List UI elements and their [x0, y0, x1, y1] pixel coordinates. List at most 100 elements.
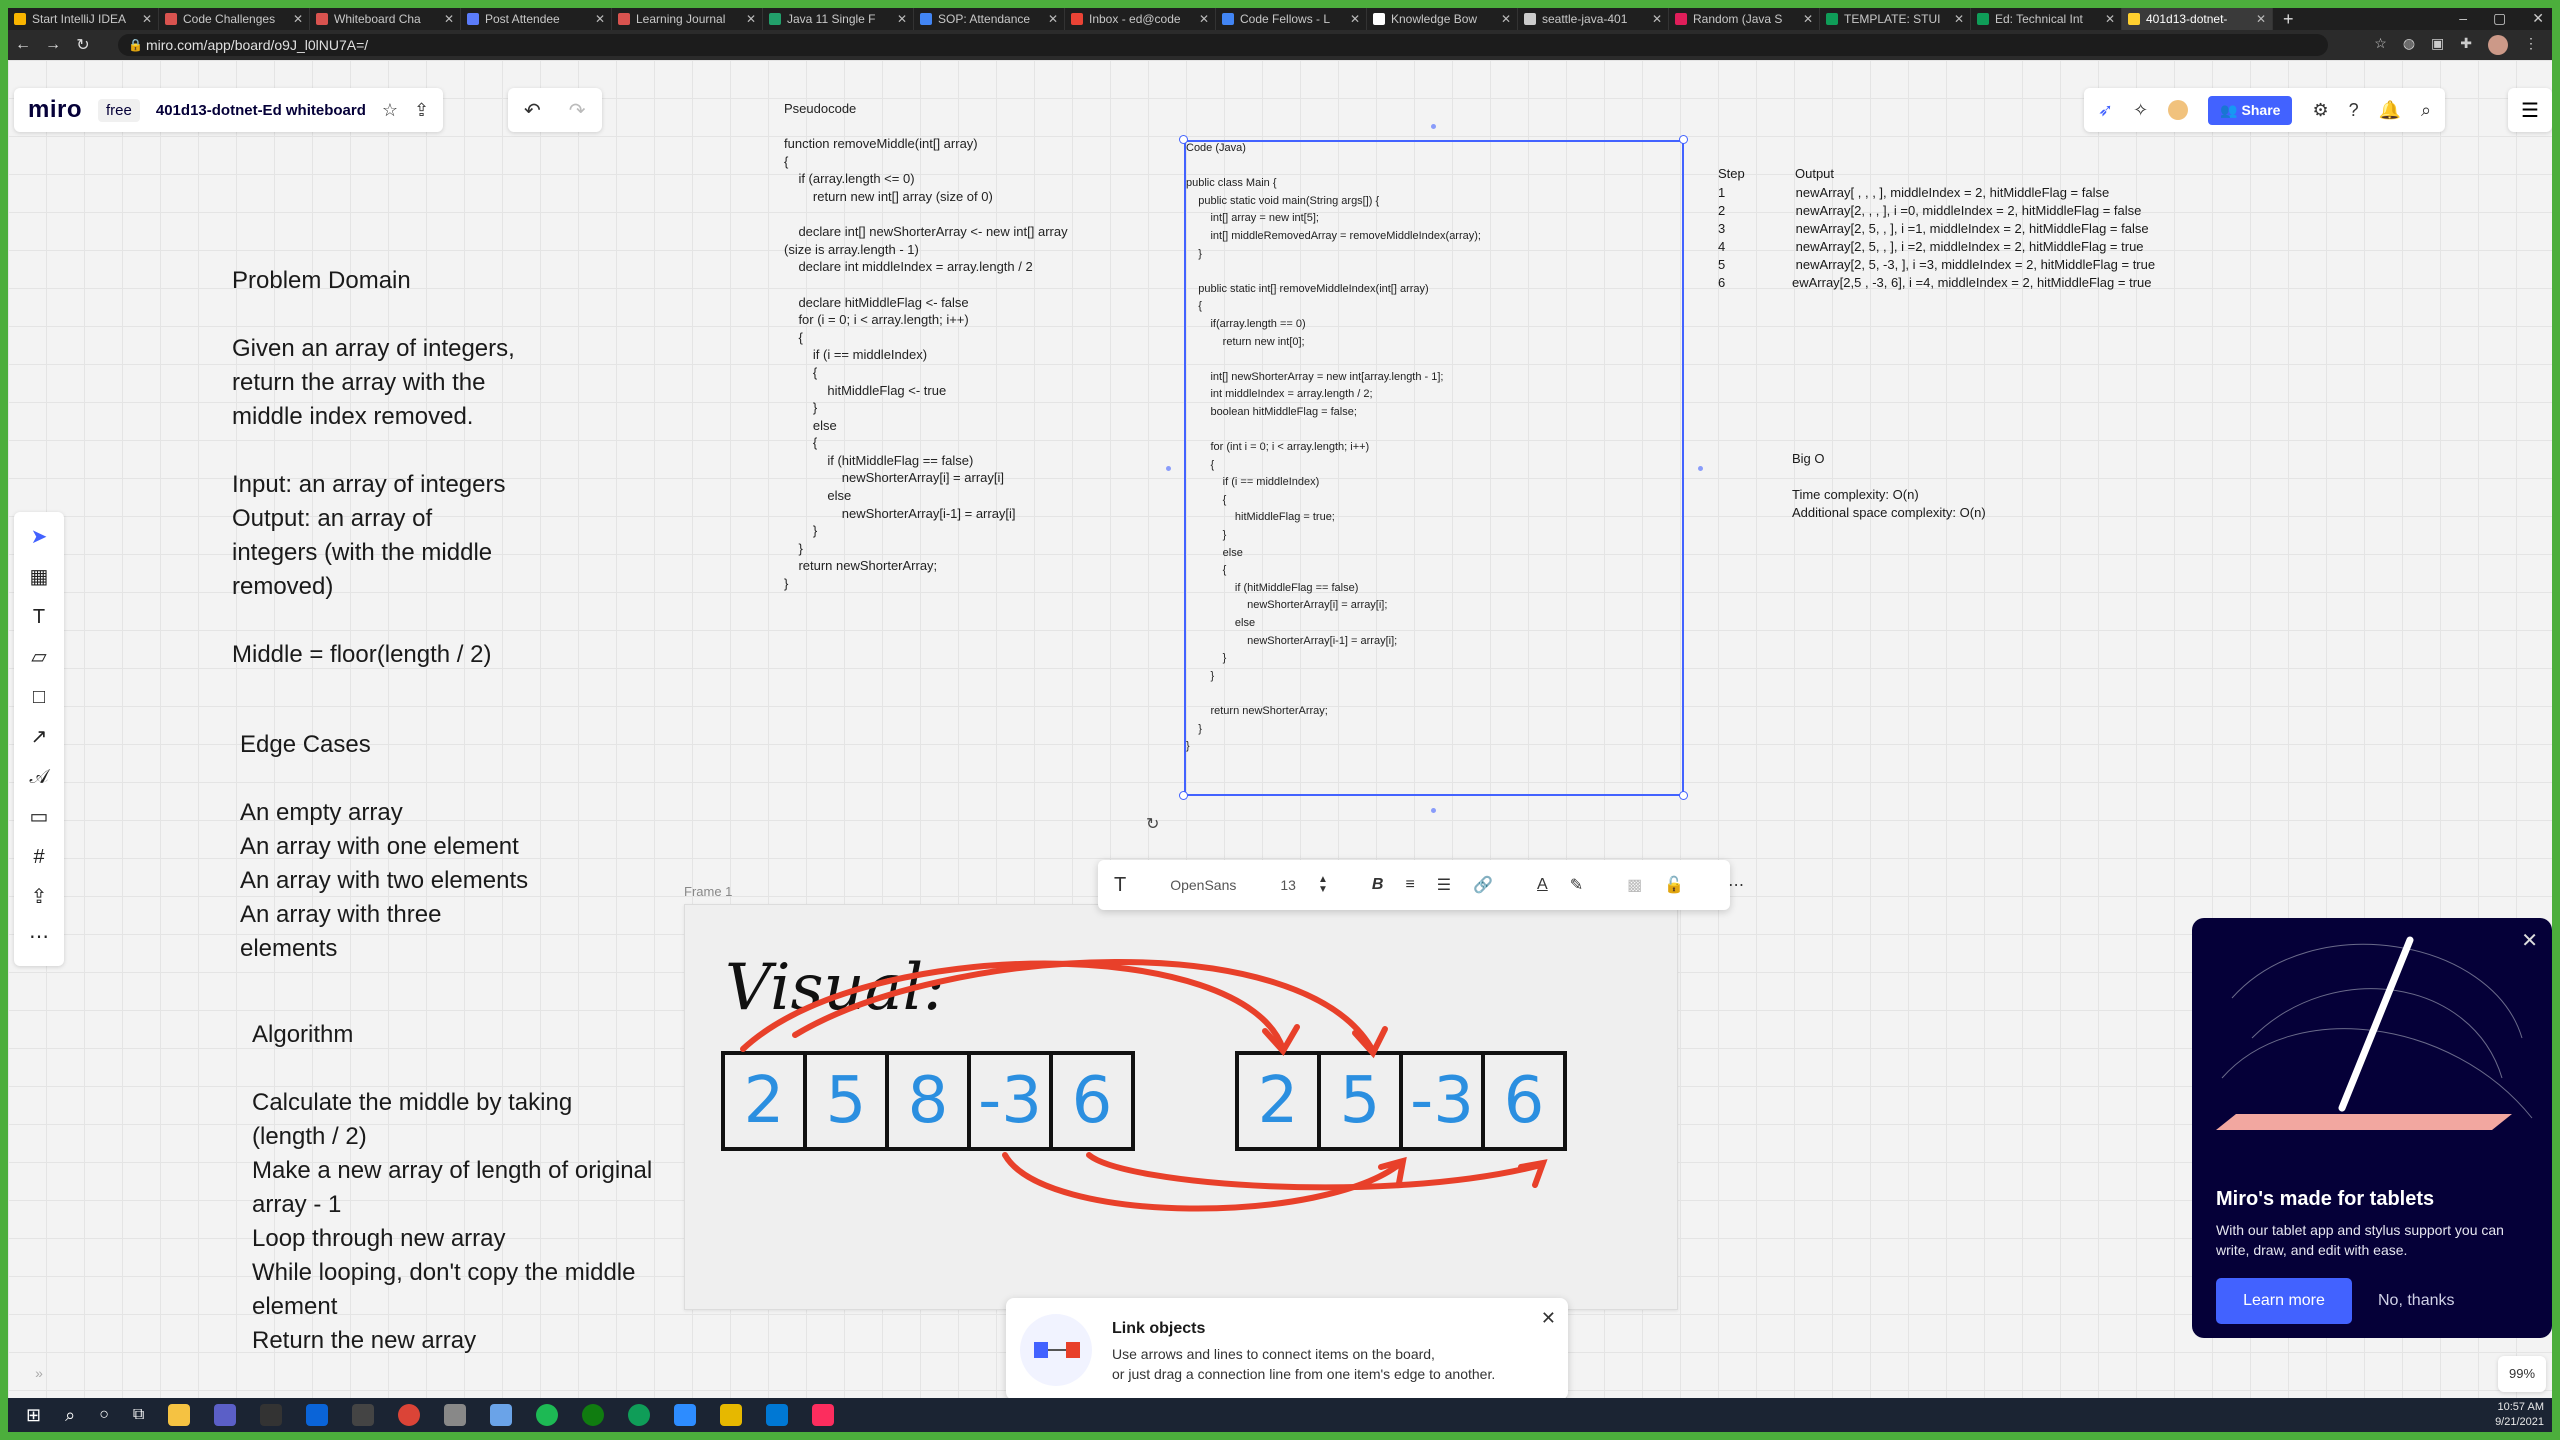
- reload-icon[interactable]: ↻: [68, 35, 98, 55]
- bell-icon[interactable]: 🔔: [2379, 100, 2401, 121]
- tab-close-icon[interactable]: ✕: [1199, 12, 1209, 26]
- chrome-profile-icon[interactable]: [628, 1404, 651, 1426]
- file-explorer-icon[interactable]: [168, 1404, 191, 1426]
- text-color-icon[interactable]: A: [1537, 876, 1548, 894]
- settings-sliders-icon[interactable]: ⚙: [2312, 100, 2328, 121]
- undo-icon[interactable]: ↶: [524, 98, 541, 123]
- pen-tool-icon[interactable]: 𝒜: [30, 766, 49, 788]
- java-code-text[interactable]: Code (Java) public class Main { public s…: [1186, 140, 1481, 756]
- browser-tab[interactable]: seattle-java-401 ✕: [1518, 8, 1669, 30]
- close-icon[interactable]: ✕: [1541, 1308, 1556, 1329]
- frame-1[interactable]: Visual: 2 5 8 -3 6 2 5 -3 6: [684, 904, 1678, 1310]
- plan-badge[interactable]: free: [98, 98, 140, 122]
- vscode-icon[interactable]: [766, 1404, 789, 1426]
- text-tool-icon[interactable]: T: [33, 606, 45, 628]
- tab-close-icon[interactable]: ✕: [1954, 12, 1964, 26]
- star-icon[interactable]: ☆: [382, 100, 398, 121]
- shape-tool-icon[interactable]: □: [33, 686, 45, 708]
- tab-close-icon[interactable]: ✕: [1350, 12, 1360, 26]
- browser-tab[interactable]: Learning Journal ✕: [612, 8, 763, 30]
- pseudocode-text[interactable]: Pseudocode function removeMiddle(int[] a…: [784, 100, 1068, 593]
- board-title[interactable]: 401d13-dotnet-Ed whiteboard: [156, 102, 366, 119]
- upload-icon[interactable]: ⇪: [31, 886, 48, 908]
- task-view-icon[interactable]: ⧉: [133, 1406, 144, 1424]
- chrome-icon[interactable]: [398, 1404, 421, 1426]
- select-cursor-icon[interactable]: ➤: [31, 526, 48, 548]
- terminal-icon[interactable]: [260, 1404, 283, 1426]
- board-canvas[interactable]: miro free 401d13-dotnet-Ed whiteboard ☆ …: [8, 60, 2552, 1400]
- notes-app-icon[interactable]: [490, 1404, 513, 1426]
- share-button[interactable]: 👥 Share: [2208, 95, 2293, 125]
- close-window-icon[interactable]: ✕: [2532, 10, 2544, 27]
- extension-icon[interactable]: ▣: [2431, 35, 2444, 55]
- output-trace-text[interactable]: newArray[ , , , ], middleIndex = 2, hitM…: [1792, 184, 2155, 292]
- miro-logo[interactable]: miro: [28, 96, 82, 124]
- notes-icon[interactable]: ☰: [2508, 88, 2552, 132]
- font-size-stepper[interactable]: 13: [1280, 877, 1296, 893]
- spotify-icon[interactable]: [536, 1404, 559, 1426]
- problem-domain-text[interactable]: Problem Domain Given an array of integer…: [232, 264, 515, 672]
- tab-close-icon[interactable]: ✕: [897, 12, 907, 26]
- stepper-arrows-icon[interactable]: ▲ ▼: [1318, 875, 1328, 895]
- paint-icon[interactable]: [720, 1404, 743, 1426]
- browser-tab[interactable]: Code Challenges ✕: [159, 8, 310, 30]
- forward-icon[interactable]: →: [38, 36, 68, 54]
- profile-avatar[interactable]: [2488, 35, 2508, 55]
- big-o-text[interactable]: Big O Time complexity: O(n) Additional s…: [1792, 450, 1986, 522]
- frame-label[interactable]: Frame 1: [684, 884, 732, 899]
- zoom-app-icon[interactable]: [674, 1404, 697, 1426]
- extension-icon[interactable]: ◍: [2403, 35, 2415, 55]
- tab-close-icon[interactable]: ✕: [444, 12, 454, 26]
- tab-close-icon[interactable]: ✕: [2105, 12, 2115, 26]
- browser-tab[interactable]: Inbox - ed@code ✕: [1065, 8, 1216, 30]
- link-icon[interactable]: 🔗: [1473, 875, 1493, 895]
- tab-close-icon[interactable]: ✕: [595, 12, 605, 26]
- font-select[interactable]: OpenSans: [1170, 877, 1236, 893]
- tab-close-icon[interactable]: ✕: [1501, 12, 1511, 26]
- background-color-icon[interactable]: ▩: [1627, 875, 1642, 895]
- reactions-icon[interactable]: ➶: [2098, 100, 2113, 121]
- resize-handle[interactable]: [1179, 791, 1188, 800]
- edge-handle[interactable]: [1431, 808, 1436, 813]
- redo-icon[interactable]: ↷: [569, 98, 586, 123]
- tab-close-icon[interactable]: ✕: [746, 12, 756, 26]
- frame-tool-icon[interactable]: #: [33, 846, 44, 868]
- resize-handle[interactable]: [1679, 791, 1688, 800]
- tab-close-icon[interactable]: ✕: [2256, 12, 2266, 26]
- xbox-icon[interactable]: [582, 1404, 605, 1426]
- sticky-note-icon[interactable]: ▱: [31, 646, 46, 668]
- intellij-icon[interactable]: [812, 1404, 835, 1426]
- browser-tab[interactable]: SOP: Attendance ✕: [914, 8, 1065, 30]
- edge-cases-text[interactable]: Edge Cases An empty array An array with …: [240, 728, 528, 966]
- browser-tab[interactable]: 401d13-dotnet- ✕: [2122, 8, 2273, 30]
- console-icon[interactable]: [352, 1404, 375, 1426]
- resize-handle[interactable]: [1179, 135, 1188, 144]
- tab-close-icon[interactable]: ✕: [142, 12, 152, 26]
- browser-tab[interactable]: Java 11 Single F ✕: [763, 8, 914, 30]
- new-tab-button[interactable]: +: [2273, 9, 2304, 30]
- learn-more-button[interactable]: Learn more: [2216, 1278, 2352, 1324]
- resize-handle[interactable]: [1679, 135, 1688, 144]
- browser-tab[interactable]: Code Fellows - L ✕: [1216, 8, 1367, 30]
- browser-tab[interactable]: Random (Java S ✕: [1669, 8, 1820, 30]
- bold-icon[interactable]: B: [1372, 876, 1384, 894]
- search-icon[interactable]: ⌕: [65, 1405, 75, 1426]
- browser-tab[interactable]: Post Attendee ✕: [461, 8, 612, 30]
- browser-tab[interactable]: Whiteboard Cha ✕: [310, 8, 461, 30]
- app-icon[interactable]: [444, 1404, 467, 1426]
- close-icon[interactable]: ✕: [2521, 928, 2538, 953]
- mail-icon[interactable]: [306, 1404, 329, 1426]
- step-numbers[interactable]: 1 2 3 4 5 6: [1718, 184, 1725, 292]
- minimize-icon[interactable]: –: [2459, 10, 2467, 27]
- highlight-icon[interactable]: ✎: [1570, 875, 1583, 895]
- puzzle-icon[interactable]: ✚: [2460, 35, 2472, 55]
- comment-icon[interactable]: ▭: [30, 806, 49, 828]
- browser-tab[interactable]: Ed: Technical Int ✕: [1971, 8, 2122, 30]
- templates-icon[interactable]: ▦: [30, 566, 49, 588]
- user-avatar[interactable]: [2168, 100, 2189, 120]
- tab-close-icon[interactable]: ✕: [293, 12, 303, 26]
- lock-icon[interactable]: 🔓: [1664, 875, 1684, 895]
- connection-line-icon[interactable]: ↗: [31, 726, 48, 748]
- party-icon[interactable]: ✧: [2133, 100, 2148, 121]
- align-icon[interactable]: ≡: [1405, 876, 1414, 894]
